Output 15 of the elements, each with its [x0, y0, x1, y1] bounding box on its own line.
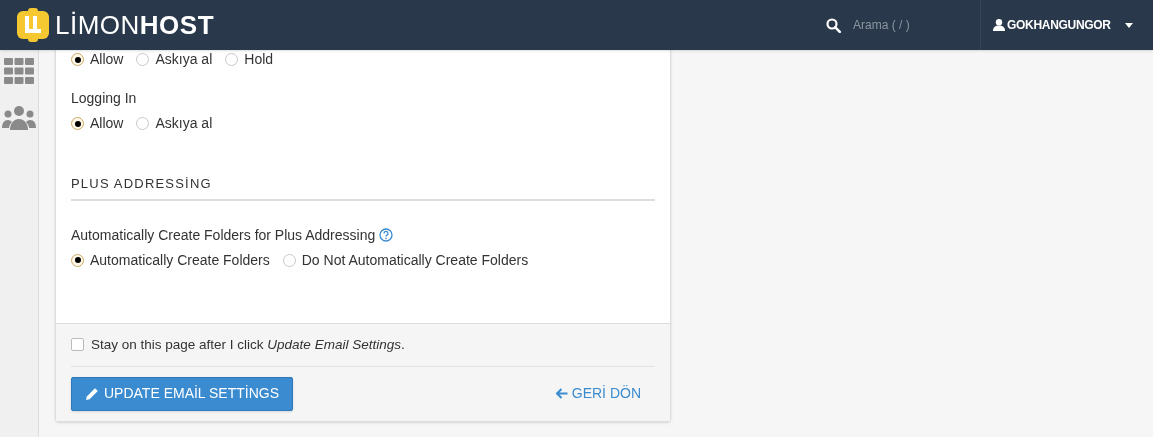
search-field[interactable]: Arama ( / ) — [853, 16, 963, 34]
radio-option[interactable]: Allow — [71, 49, 124, 70]
checkbox-label: Stay on this page after I click Update Email Settings. — [91, 335, 405, 354]
radio-option[interactable]: Do Not Automatically Create Folders — [282, 249, 529, 271]
radio-option[interactable]: Allow — [71, 113, 124, 134]
radio-option[interactable]: Automatically Create Folders — [71, 249, 270, 271]
radio-option[interactable]: Hold — [225, 49, 274, 70]
radio-option[interactable]: Askıya al — [136, 49, 213, 70]
section-heading: PLUS ADDRESSİNG — [71, 174, 655, 201]
radio-option[interactable]: Askıya al — [136, 113, 213, 134]
update-settings-button[interactable]: UPDATE EMAİL SETTİNGS — [71, 376, 294, 411]
field-label: Logging In — [71, 89, 137, 108]
logo-text: LİMONHOST — [55, 12, 215, 38]
user-menu[interactable]: GOKHANGUNGOR — [980, 0, 1153, 50]
field-label: Automatically Create Folders for Plus Addressing — [71, 225, 376, 245]
